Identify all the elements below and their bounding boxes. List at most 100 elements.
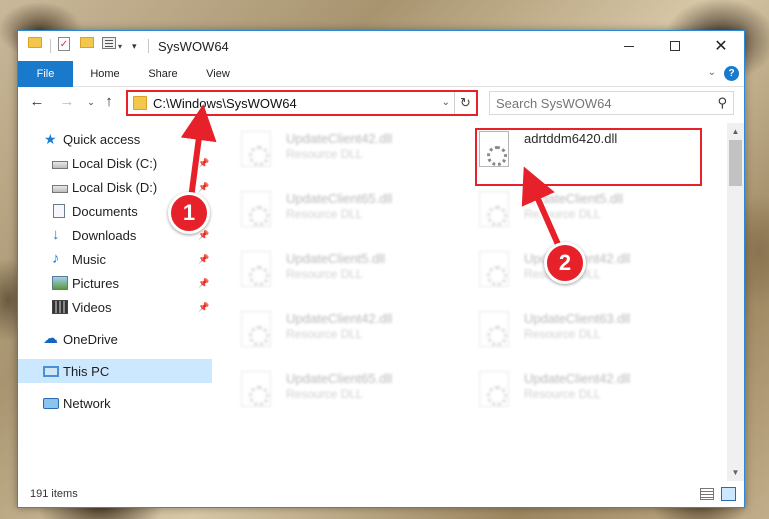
scrollbar-thumb[interactable] — [729, 140, 742, 186]
file-name: UpdateClient65.dll — [286, 371, 393, 386]
new-folder-icon[interactable] — [80, 37, 94, 48]
pin-icon[interactable]: 📌 — [198, 182, 209, 193]
tab-view[interactable]: View — [193, 61, 243, 87]
sidebar-item-local-disk-c[interactable]: Local Disk (C:) 📌 — [18, 151, 212, 175]
help-icon[interactable]: ? — [724, 66, 739, 81]
star-icon: ★ — [44, 131, 57, 147]
file-type: Resource DLL — [286, 387, 363, 401]
back-button[interactable]: ← — [28, 93, 46, 110]
sidebar-item-onedrive[interactable]: ☁ OneDrive — [18, 327, 212, 351]
file-item[interactable]: UpdateClient5.dll Resource DLL — [461, 185, 681, 241]
customize-toolbar-icon[interactable]: ▾ — [132, 37, 137, 55]
file-type: Resource DLL — [286, 207, 363, 221]
sidebar-item-label: Quick access — [63, 131, 141, 147]
item-count: 191 items — [30, 488, 78, 500]
file-item[interactable]: UpdateClient63.dll Resource DLL — [461, 305, 681, 361]
sidebar-item-label: Pictures — [72, 275, 119, 291]
scroll-down-icon[interactable]: ▼ — [727, 464, 744, 481]
network-icon — [43, 397, 59, 409]
sidebar-item-quick-access[interactable]: ★ Quick access — [18, 127, 212, 151]
tab-share[interactable]: Share — [138, 61, 188, 87]
file-type: Resource DLL — [524, 327, 601, 341]
navigation-bar: ← → ⌄ ↑ C:\Windows\SysWOW64 ⌄ ↻ ⚲ — [18, 89, 744, 117]
minimize-button[interactable] — [606, 31, 652, 61]
address-bar[interactable]: C:\Windows\SysWOW64 ⌄ ↻ — [126, 90, 478, 116]
ribbon-tabs: File Home Share View ⌄ ? — [18, 61, 744, 87]
expand-ribbon-icon[interactable]: ⌄ — [708, 67, 716, 78]
drive-icon — [52, 160, 68, 169]
drive-icon — [52, 184, 68, 193]
large-icons-view-icon[interactable] — [721, 487, 736, 501]
file-name: UpdateClient42.dll — [286, 311, 393, 326]
file-item[interactable]: UpdateClient5.dll Resource DLL — [223, 245, 443, 301]
dll-file-icon — [241, 371, 271, 407]
pin-icon[interactable]: 📌 — [198, 278, 209, 289]
maximize-icon — [670, 41, 680, 51]
pin-icon[interactable]: 📌 — [198, 230, 209, 241]
details-view-icon[interactable] — [700, 488, 714, 500]
sidebar-item-this-pc[interactable]: This PC — [18, 359, 212, 383]
sidebar-item-label: Music — [72, 251, 106, 267]
minimize-icon — [624, 45, 634, 47]
vertical-scrollbar[interactable]: ▲ ▼ — [727, 123, 744, 481]
recent-locations-button[interactable]: ⌄ — [82, 97, 100, 108]
separator — [50, 39, 51, 53]
folder-icon — [133, 96, 147, 110]
search-box[interactable]: ⚲ — [489, 91, 734, 115]
pin-icon[interactable]: 📌 — [198, 302, 209, 313]
file-name: UpdateClient5.dll — [524, 191, 624, 206]
music-icon: ♪ — [52, 250, 60, 267]
tab-file[interactable]: File — [18, 61, 73, 87]
status-bar: 191 items — [18, 483, 744, 507]
dll-file-icon — [241, 251, 271, 287]
file-item[interactable]: UpdateClient42.dll Resource DLL — [223, 125, 443, 181]
scroll-up-icon[interactable]: ▲ — [727, 123, 744, 140]
close-button[interactable]: ✕ — [698, 31, 744, 61]
sidebar-item-pictures[interactable]: Pictures 📌 — [18, 271, 212, 295]
folder-icon — [28, 37, 42, 48]
sidebar-item-label: Local Disk (D:) — [72, 179, 158, 195]
dll-file-icon — [241, 191, 271, 227]
up-button[interactable]: ↑ — [100, 93, 118, 110]
file-item[interactable]: UpdateClient42.dll Resource DLL — [223, 305, 443, 361]
file-item[interactable]: UpdateClient42.dll Resource DLL — [461, 365, 681, 421]
file-name: UpdateClient63.dll — [524, 311, 631, 326]
file-type: Resource DLL — [524, 207, 601, 221]
file-name: UpdateClient42.dll — [524, 371, 631, 386]
tab-home[interactable]: Home — [80, 61, 130, 87]
sidebar-item-label: Local Disk (C:) — [72, 155, 158, 171]
window-title: SysWOW64 — [158, 39, 229, 54]
navigation-pane: ★ Quick access Local Disk (C:) 📌 Local D… — [18, 127, 212, 479]
sidebar-item-music[interactable]: ♪ Music 📌 — [18, 247, 212, 271]
file-type: Resource DLL — [286, 267, 363, 281]
chevron-down-icon[interactable]: ▾ — [118, 37, 122, 55]
file-item[interactable]: UpdateClient65.dll Resource DLL — [223, 185, 443, 241]
properties-check-icon[interactable]: ✓ — [58, 37, 70, 51]
file-type: Resource DLL — [286, 147, 363, 161]
maximize-button[interactable] — [652, 31, 698, 61]
dll-file-icon — [241, 311, 271, 347]
forward-button[interactable]: → — [58, 93, 76, 110]
step-1-badge: 1 — [168, 192, 210, 234]
search-icon[interactable]: ⚲ — [717, 95, 727, 111]
sidebar-item-network[interactable]: Network — [18, 391, 212, 415]
refresh-button[interactable]: ↻ — [454, 92, 476, 114]
quick-access-properties-icon[interactable] — [102, 37, 116, 49]
dll-file-icon — [479, 191, 509, 227]
pin-icon[interactable]: 📌 — [198, 158, 209, 169]
address-history-dropdown[interactable]: ⌄ — [442, 97, 450, 108]
sidebar-item-videos[interactable]: Videos 📌 — [18, 295, 212, 319]
file-item[interactable]: UpdateClient65.dll Resource DLL — [223, 365, 443, 421]
pin-icon[interactable]: 📌 — [198, 254, 209, 265]
documents-icon — [53, 204, 65, 218]
sidebar-item-label: Documents — [72, 203, 138, 219]
title-bar: ✓ ▾ ▾ SysWOW64 ✕ — [18, 31, 744, 61]
file-name: UpdateClient5.dll — [286, 251, 386, 266]
sidebar-item-label: OneDrive — [63, 331, 118, 347]
dll-file-icon — [479, 311, 509, 347]
sidebar-item-label: Network — [63, 395, 111, 411]
dll-file-icon — [479, 251, 509, 287]
search-input[interactable] — [496, 95, 696, 111]
address-path[interactable]: C:\Windows\SysWOW64 — [153, 96, 297, 111]
sidebar-item-label: Downloads — [72, 227, 137, 243]
